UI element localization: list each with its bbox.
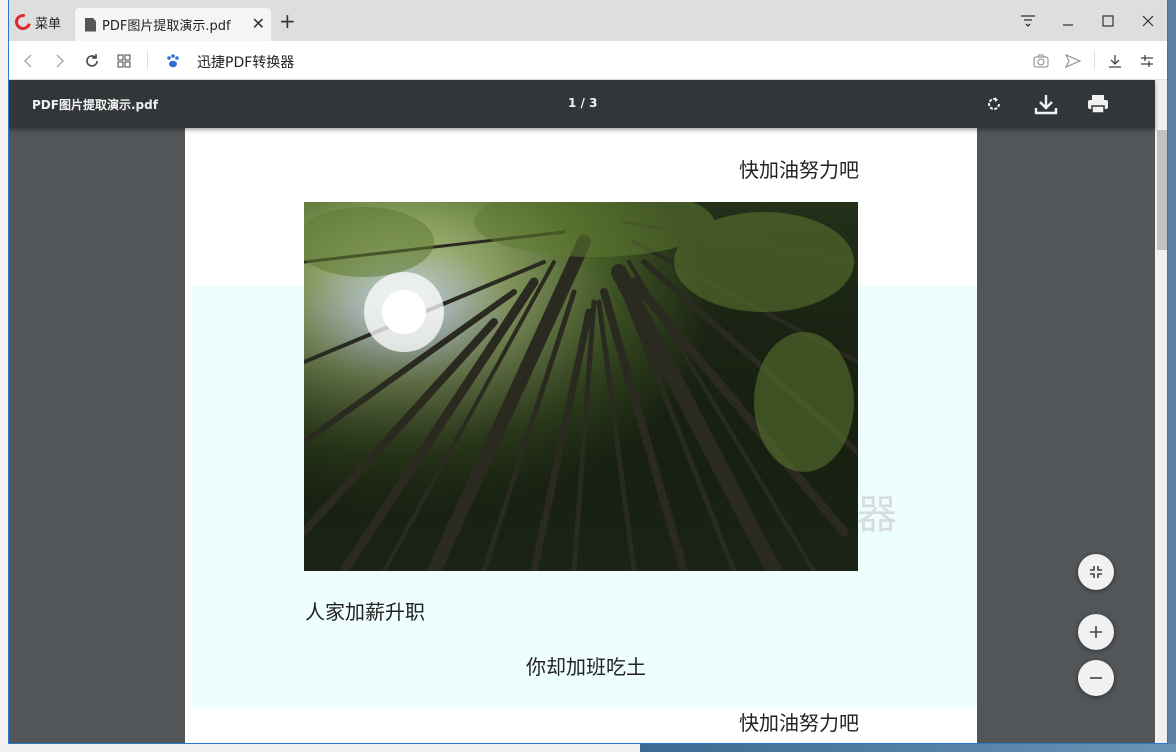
zoom-in-button[interactable] xyxy=(1078,614,1114,650)
page-text-line-2: 你却加班吃土 xyxy=(526,655,646,679)
tab-pdf[interactable]: PDF图片提取演示.pdf ✕ xyxy=(75,8,271,41)
baidu-paw-icon xyxy=(165,53,181,69)
minimize-button[interactable] xyxy=(1053,10,1083,32)
apps-grid-button[interactable] xyxy=(113,50,135,72)
tab-close-icon[interactable]: ✕ xyxy=(252,16,265,32)
menu-label: 菜单 xyxy=(35,16,62,32)
desktop-edge xyxy=(0,0,8,752)
fit-to-page-icon xyxy=(1090,566,1102,578)
plus-icon xyxy=(1090,626,1102,638)
bamboo-forest-image xyxy=(304,202,858,571)
pdf-page: 器 快加油努力吧 人家加薪升职 你却加班吃土 快加油努力吧 xyxy=(185,128,977,743)
new-tab-button[interactable]: + xyxy=(279,11,296,31)
document-icon xyxy=(85,17,96,32)
minus-icon xyxy=(1090,677,1102,679)
tab-bar: 菜单 PDF图片提取演示.pdf ✕ + xyxy=(9,0,1167,41)
browser-window: 菜单 PDF图片提取演示.pdf ✕ + 迅捷PDF转换器 PDF图片提取演示.… xyxy=(8,0,1168,744)
pdf-document-title: PDF图片提取演示.pdf xyxy=(32,98,158,112)
tab-title: PDF图片提取演示.pdf xyxy=(102,19,231,34)
forward-button[interactable] xyxy=(49,50,71,72)
watermark-text: 器 xyxy=(857,492,897,538)
print-icon[interactable] xyxy=(1084,90,1112,118)
send-icon[interactable] xyxy=(1063,51,1083,71)
address-separator xyxy=(147,51,148,69)
url-text[interactable]: 迅捷PDF转换器 xyxy=(197,52,294,72)
maximize-button[interactable] xyxy=(1093,10,1123,32)
toolbar-separator xyxy=(1094,51,1095,69)
settings-sliders-icon[interactable] xyxy=(1137,51,1157,71)
downloads-icon[interactable] xyxy=(1105,51,1125,71)
menu-button[interactable]: 菜单 xyxy=(12,11,62,33)
pdf-viewer: PDF图片提取演示.pdf 1 / 3 器 快加油努力吧 人家加薪升职 你却加班… xyxy=(9,80,1167,743)
download-icon[interactable] xyxy=(1032,90,1060,118)
back-button[interactable] xyxy=(17,50,39,72)
rotate-icon[interactable] xyxy=(980,90,1008,118)
page-text-top: 快加油努力吧 xyxy=(739,158,859,182)
reload-button[interactable] xyxy=(81,50,103,72)
address-bar: 迅捷PDF转换器 xyxy=(9,41,1167,80)
page-text-line-1: 人家加薪升职 xyxy=(305,600,425,624)
browser-logo-icon xyxy=(12,11,34,33)
desktop-taskbar-strip xyxy=(0,744,1176,752)
scrollbar-thumb[interactable] xyxy=(1157,130,1167,250)
close-window-button[interactable] xyxy=(1133,10,1163,32)
screenshot-camera-icon[interactable] xyxy=(1031,51,1051,71)
zoom-out-button[interactable] xyxy=(1078,660,1114,696)
page-text-bottom: 快加油努力吧 xyxy=(739,711,859,735)
page-indicator: 1 / 3 xyxy=(568,96,598,110)
fit-to-page-button[interactable] xyxy=(1078,554,1114,590)
tab-list-icon[interactable] xyxy=(1013,10,1043,32)
pdf-toolbar: PDF图片提取演示.pdf 1 / 3 xyxy=(9,80,1155,128)
